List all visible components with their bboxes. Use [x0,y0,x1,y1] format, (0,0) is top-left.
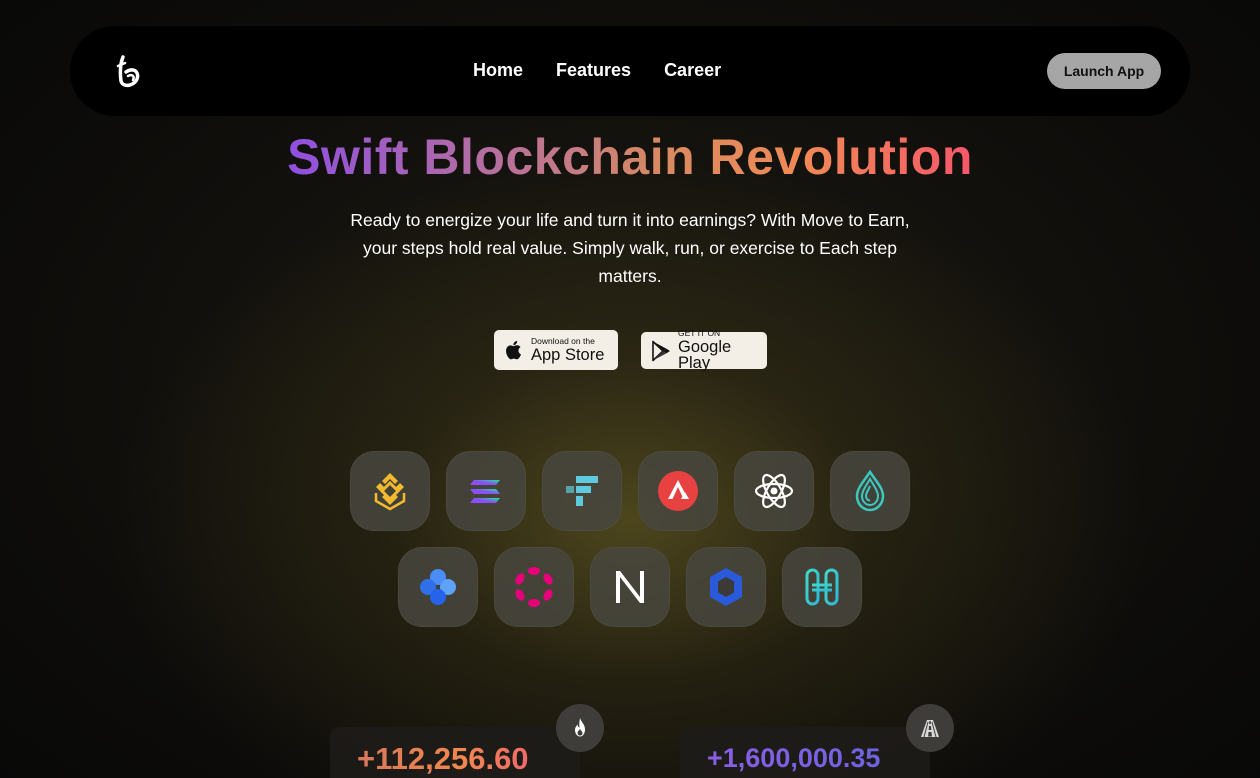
app-store-big-text: App Store [531,345,605,364]
harmony-icon [805,568,839,606]
token-ftx[interactable] [542,451,622,531]
chainlink-icon [710,568,742,606]
token-chainlink[interactable] [686,547,766,627]
sei-drop-icon [855,469,885,512]
stat-value: +112,256.60 [357,741,529,776]
solana-icon [470,480,500,503]
ocean-icon [420,569,456,605]
ftx-icon [566,476,598,506]
b-logo-icon[interactable] [114,54,144,88]
google-play-button[interactable]: GET IT ON Google Play [641,328,767,373]
google-play-icon [649,339,673,363]
fire-icon [556,704,604,752]
token-harmony[interactable] [782,547,862,627]
apple-icon [502,338,526,362]
token-solana[interactable] [446,451,526,531]
navbar: Home Features Career Launch App [70,26,1190,116]
cosmos-icon [754,473,794,509]
google-play-small-text: GET IT ON [678,328,721,339]
nav-links: Home Features Career [473,60,721,81]
page: Home Features Career Launch App Swift Bl… [0,0,1260,778]
nav-features[interactable]: Features [556,60,631,81]
google-play-big-text: Google Play [678,337,732,373]
app-store-button[interactable]: Download on the App Store [494,330,618,370]
token-ocean[interactable] [398,547,478,627]
nav-home[interactable]: Home [473,60,523,81]
polkadot-icon [515,567,553,607]
road-icon [906,704,954,752]
avalanche-icon [658,471,698,511]
token-near[interactable] [590,547,670,627]
token-sei[interactable] [830,451,910,531]
token-cosmos[interactable] [734,451,814,531]
bnb-icon [374,473,406,511]
near-icon [616,571,644,603]
stat-card-distance: +1,600,000.35 [680,727,930,778]
app-store-small-text: Download on the [531,336,595,346]
token-bnb[interactable] [350,451,430,531]
launch-app-button[interactable]: Launch App [1047,53,1161,89]
token-avalanche[interactable] [638,451,718,531]
nav-career[interactable]: Career [664,60,721,81]
stat-card-calories: +112,256.60 [330,727,580,778]
hero-subtitle: Ready to energize your life and turn it … [350,210,910,286]
hero-title: Swift Blockchain Revolution [0,128,1260,186]
stat-value: +1,600,000.35 [707,743,881,773]
token-polkadot[interactable] [494,547,574,627]
